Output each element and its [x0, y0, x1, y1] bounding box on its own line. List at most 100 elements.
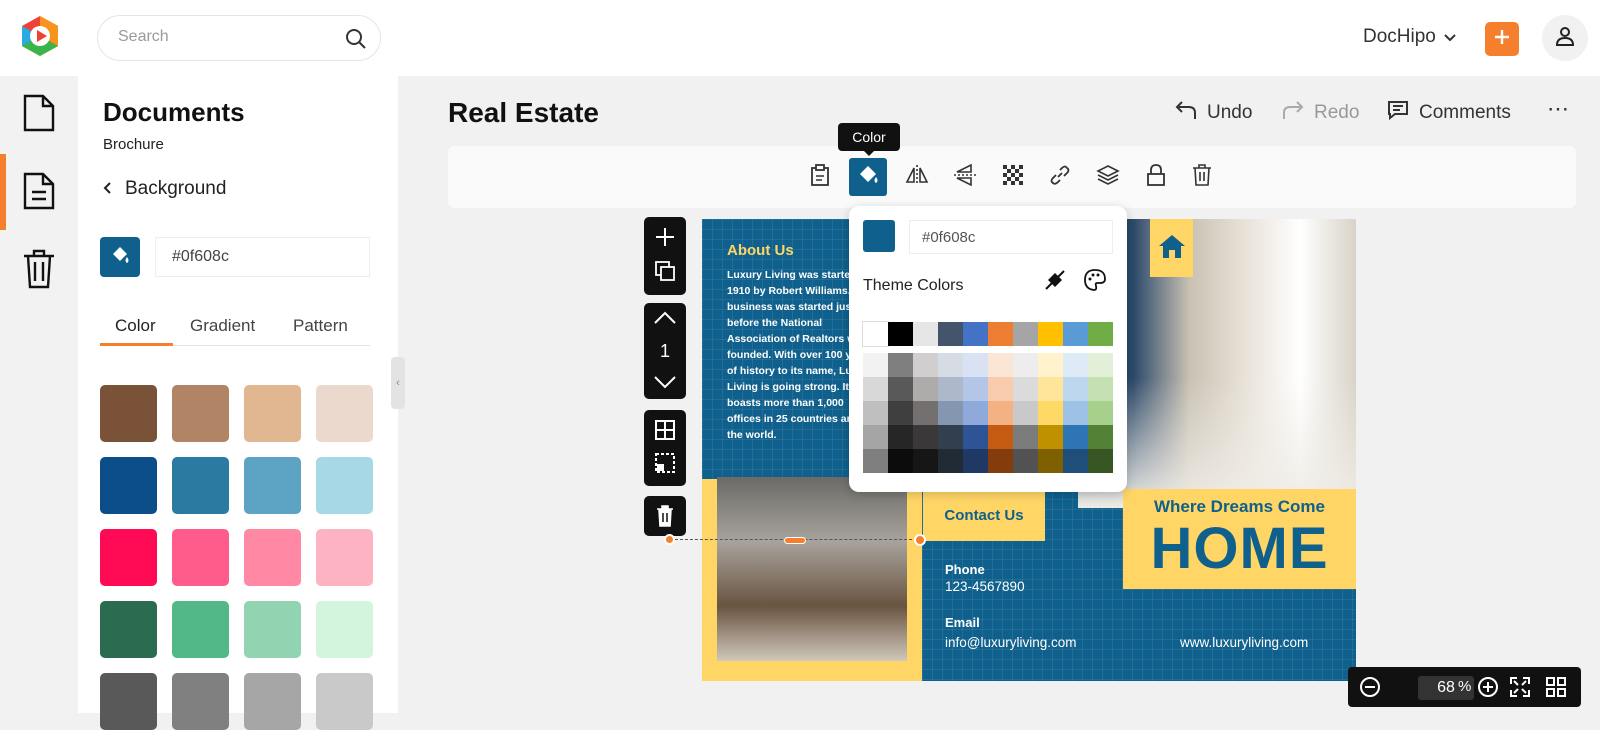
theme-color-cell[interactable] [938, 322, 963, 346]
phone-label[interactable]: Phone [945, 562, 985, 577]
more-options-icon[interactable]: ⋯ [1547, 96, 1569, 122]
color-swatch[interactable] [172, 385, 229, 442]
transparency-button[interactable] [994, 158, 1032, 196]
chevron-up-icon[interactable] [654, 311, 676, 330]
user-avatar[interactable] [1542, 15, 1588, 61]
theme-color-cell[interactable] [888, 353, 913, 377]
theme-color-cell[interactable] [988, 377, 1013, 401]
color-swatch[interactable] [316, 673, 373, 730]
color-swatch[interactable] [100, 385, 157, 442]
resize-handle-top[interactable] [784, 537, 806, 544]
color-swatch[interactable] [244, 601, 301, 658]
theme-color-cell[interactable] [988, 449, 1013, 473]
color-swatch[interactable] [316, 385, 373, 442]
picker-current-swatch[interactable] [863, 220, 895, 252]
trash-icon[interactable] [656, 505, 674, 532]
theme-color-cell[interactable] [963, 353, 988, 377]
theme-color-cell[interactable] [863, 449, 888, 473]
link-button[interactable] [1041, 158, 1079, 196]
flip-vertical-button[interactable] [946, 158, 984, 196]
theme-color-cell[interactable] [1063, 425, 1088, 449]
undo-button[interactable]: Undo [1175, 100, 1252, 126]
theme-color-cell[interactable] [913, 425, 938, 449]
collapse-panel-button[interactable]: ‹ [391, 357, 405, 409]
chevron-down-icon[interactable] [654, 375, 676, 394]
theme-color-cell[interactable] [1013, 377, 1038, 401]
add-page-icon[interactable] [653, 225, 677, 254]
comments-button[interactable]: Comments [1387, 100, 1511, 126]
theme-color-cell[interactable] [913, 401, 938, 425]
theme-color-cell[interactable] [1063, 353, 1088, 377]
resize-handle-left[interactable] [664, 534, 675, 545]
duplicate-page-icon[interactable] [655, 261, 675, 286]
theme-color-cell[interactable] [1063, 322, 1088, 346]
theme-color-cell[interactable] [888, 401, 913, 425]
redo-button[interactable]: Redo [1282, 100, 1359, 126]
color-swatch[interactable] [172, 673, 229, 730]
website-value[interactable]: www.luxuryliving.com [1180, 635, 1308, 650]
current-color-button[interactable] [100, 237, 140, 277]
hex-color-input[interactable] [155, 237, 370, 277]
email-value[interactable]: info@luxuryliving.com [945, 635, 1077, 650]
workspace-dropdown[interactable]: DocHipo [1363, 26, 1456, 48]
theme-color-cell[interactable] [888, 449, 913, 473]
theme-color-cell[interactable] [1088, 377, 1113, 401]
create-button[interactable] [1485, 22, 1519, 56]
theme-color-cell[interactable] [1088, 322, 1113, 346]
delete-button[interactable] [1183, 158, 1221, 196]
phone-value[interactable]: 123-4567890 [945, 579, 1025, 594]
theme-color-cell[interactable] [863, 353, 888, 377]
tab-pattern[interactable]: Pattern [293, 316, 348, 336]
theme-color-cell[interactable] [988, 322, 1013, 346]
color-swatch[interactable] [316, 529, 373, 586]
rail-documents[interactable] [0, 76, 78, 154]
color-swatch[interactable] [100, 529, 157, 586]
theme-color-cell[interactable] [913, 377, 938, 401]
color-swatch[interactable] [100, 457, 157, 514]
color-swatch[interactable] [244, 385, 301, 442]
app-logo-icon[interactable] [18, 14, 62, 58]
theme-color-cell[interactable] [888, 322, 913, 346]
theme-color-cell[interactable] [1013, 322, 1038, 346]
color-swatch[interactable] [244, 673, 301, 730]
theme-color-cell[interactable] [1013, 425, 1038, 449]
theme-color-cell[interactable] [913, 449, 938, 473]
theme-color-cell[interactable] [988, 353, 1013, 377]
grid-layout-icon[interactable] [654, 419, 676, 446]
select-area-icon[interactable] [654, 452, 676, 479]
theme-color-cell[interactable] [988, 401, 1013, 425]
theme-color-cell[interactable] [1088, 425, 1113, 449]
email-label[interactable]: Email [945, 615, 980, 630]
theme-color-cell[interactable] [863, 425, 888, 449]
theme-color-cell[interactable] [963, 401, 988, 425]
theme-color-cell[interactable] [863, 401, 888, 425]
dining-photo[interactable] [717, 477, 907, 661]
theme-color-cell[interactable] [1088, 353, 1113, 377]
color-swatch[interactable] [172, 529, 229, 586]
color-swatch[interactable] [244, 457, 301, 514]
theme-color-cell[interactable] [1063, 449, 1088, 473]
color-swatch[interactable] [172, 601, 229, 658]
color-swatch[interactable] [100, 673, 157, 730]
color-swatch[interactable] [244, 529, 301, 586]
about-title[interactable]: About Us [727, 242, 794, 259]
theme-color-cell[interactable] [1038, 377, 1063, 401]
no-color-icon[interactable] [1043, 268, 1067, 297]
theme-color-cell[interactable] [988, 425, 1013, 449]
color-swatch[interactable] [316, 457, 373, 514]
rail-templates[interactable] [0, 154, 78, 232]
rail-trash[interactable] [0, 232, 78, 310]
headline-block[interactable]: Where Dreams Come HOME [1123, 489, 1356, 589]
theme-color-cell[interactable] [938, 425, 963, 449]
palette-icon[interactable] [1083, 268, 1107, 297]
color-swatch[interactable] [316, 601, 373, 658]
paste-button[interactable] [801, 158, 839, 196]
lock-button[interactable] [1137, 158, 1175, 196]
theme-color-cell[interactable] [1088, 449, 1113, 473]
theme-color-cell[interactable] [1038, 353, 1063, 377]
theme-color-cell[interactable] [938, 401, 963, 425]
zoom-in-icon[interactable] [1476, 675, 1500, 699]
theme-color-cell[interactable] [938, 353, 963, 377]
contact-title[interactable]: Contact Us [923, 489, 1045, 541]
theme-color-cell[interactable] [1088, 401, 1113, 425]
